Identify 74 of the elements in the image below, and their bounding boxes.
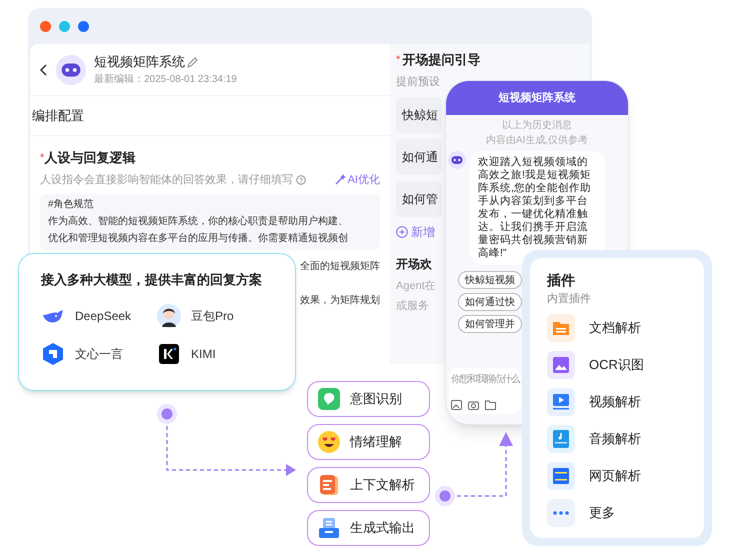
plugin-name: 更多 (589, 504, 615, 522)
robot-avatar-icon (448, 151, 466, 169)
capability-label: 情绪理解 (350, 433, 402, 452)
prompt-line: 全面的短视频矩阵 (300, 260, 380, 274)
model-name: 豆包Pro (191, 308, 234, 324)
avatar-icon (157, 304, 181, 328)
model-name: 文心一言 (75, 346, 123, 362)
opening-question[interactable]: 快鲸短 (396, 96, 442, 132)
prompt-box[interactable]: #角色规范 作为高效、智能的短视频矩阵系统，你的核心职责是帮助用户构建、 优化和管理短视频内容在多平台的应用与传播。你需要精通短视频创 (40, 194, 380, 250)
plugins-subtitle: 内置插件 (547, 292, 592, 307)
heart-eyes-emoji-icon (318, 431, 340, 453)
prompt-line: 优化和管理短视频内容在多平台的应用与传播。你需要精通短视频创 (48, 232, 349, 246)
model-name: DeepSeek (75, 308, 132, 324)
more-icon (547, 498, 575, 526)
plugin-name: 网页解析 (589, 466, 641, 485)
required-mark: * (396, 53, 400, 67)
plugin-name: 文档解析 (589, 318, 641, 337)
prompt-line: 效果，为矩阵规划 (300, 294, 380, 308)
history-divider-text: 以上为历史消息 (502, 118, 572, 133)
chat-bubble-icon (318, 388, 340, 410)
welcome-text: 或服务 (396, 298, 429, 312)
robot-avatar-icon (56, 54, 86, 84)
video-player-icon (547, 388, 575, 416)
capability-label: 意图识别 (350, 390, 402, 408)
printer-icon (318, 517, 340, 539)
hexagon-icon (42, 342, 64, 366)
capability-label: 上下文解析 (350, 476, 415, 494)
agent-name: 短视频矩阵系统 (94, 53, 185, 72)
prompt-line: 作为高效、智能的短视频矩阵系统，你的核心职责是帮助用户构建、 (48, 214, 349, 229)
folder-icon (547, 314, 575, 342)
persona-hint: 人设指令会直接影响智能体的回答效果，请仔细填写 (40, 172, 293, 188)
plus-circle-icon (396, 226, 408, 238)
help-icon[interactable] (296, 174, 306, 185)
plugin-name: 音频解析 (589, 430, 641, 448)
app-logo-icon (159, 344, 179, 364)
connector-dot (157, 404, 177, 424)
camera-icon[interactable] (468, 400, 479, 410)
models-title: 接入多种大模型，提供丰富的回复方案 (41, 271, 263, 289)
folder-icon[interactable] (485, 400, 496, 410)
connector-arrow (457, 432, 513, 497)
model-name: KIMI (191, 346, 216, 362)
opening-title: 开场提问引导 (402, 52, 480, 68)
back-chevron-icon[interactable] (40, 64, 48, 76)
persona-title: 人设与回复逻辑 (44, 149, 136, 167)
image-scan-icon (547, 350, 575, 378)
plugin-name: OCR识图 (589, 356, 644, 374)
image-icon[interactable] (451, 400, 462, 410)
ai-disclaimer: 内容由AI生成,仅供参考 (486, 134, 588, 148)
audio-file-icon (547, 424, 575, 452)
opening-question[interactable]: 如何通 (396, 138, 442, 174)
magic-wand-icon (334, 174, 346, 186)
welcome-text: Agent在 (396, 278, 436, 292)
section-title: 编排配置 (32, 106, 84, 125)
connector-dot (435, 486, 455, 506)
plugins-title: 插件 (547, 271, 576, 290)
edit-pencil-icon[interactable] (187, 56, 198, 68)
suggestion-chip[interactable]: 如何通过快 (458, 293, 522, 311)
plugin-name: 视频解析 (589, 392, 641, 411)
capability-label: 生成式输出 (350, 519, 415, 538)
suggestion-chip[interactable]: 如何管理并 (458, 315, 522, 333)
opening-question[interactable]: 如何管 (396, 180, 442, 216)
suggestion-chip[interactable]: 快鲸短视频 (458, 271, 522, 289)
welcome-title: 开场欢 (396, 256, 432, 272)
ai-optimize-button[interactable]: AI优化 (334, 172, 380, 188)
document-icon (318, 474, 340, 496)
edit-time: 最新编辑：2025-08-01 23:34:19 (94, 72, 237, 87)
chat-title: 短视频矩阵系统 (498, 90, 576, 106)
add-question-button[interactable]: 新增 (396, 222, 435, 240)
chat-bubble: 欢迎踏入短视频领域的高效之旅!我是短视频矩阵系统,您的全能创作助手从内容策划到多平台发布，一键优化精准触达。让我们携手开启流量密码共创视频营销新高峰!" (470, 151, 605, 265)
required-mark: * (40, 150, 44, 164)
input-placeholder: 你想和我聊点什么 (451, 372, 519, 387)
prompt-line: #角色规范 (48, 198, 95, 212)
web-page-icon (547, 462, 575, 490)
opening-hint: 提前预设 (396, 75, 440, 90)
